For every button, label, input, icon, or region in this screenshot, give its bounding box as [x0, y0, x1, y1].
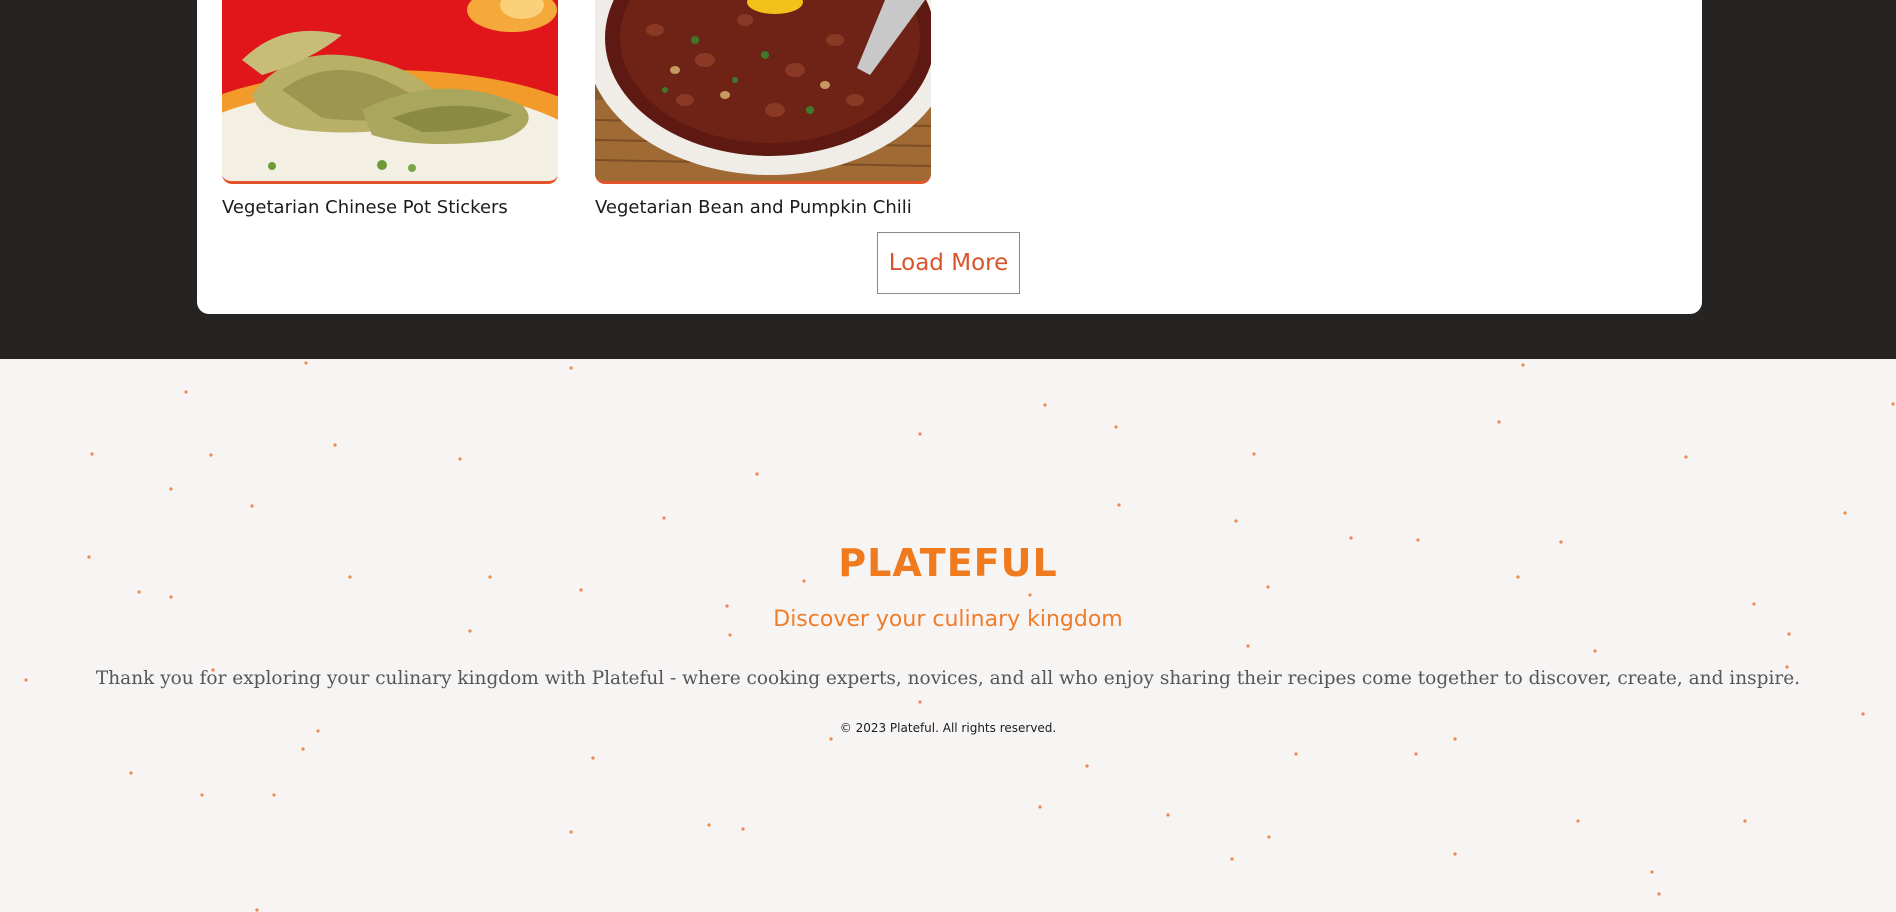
decorative-dots-background — [24, 361, 1895, 912]
footer-tagline: Discover your culinary kingdom — [773, 607, 1123, 632]
plateful-logo[interactable]: PLATEFUL — [0, 541, 1896, 585]
recipe-results-panel: Vegetarian Chinese Pot Stickers Vegetari… — [197, 0, 1702, 314]
page-dark-band: Vegetarian Chinese Pot Stickers Vegetari… — [0, 0, 1896, 359]
load-more-button[interactable]: Load More — [877, 232, 1020, 294]
copyright-notice: © 2023 Plateful. All rights reserved. — [839, 721, 1057, 735]
recipe-image[interactable] — [595, 0, 931, 184]
recipe-card[interactable]: Vegetarian Bean and Pumpkin Chili — [595, 0, 931, 218]
bean-chili-photo — [595, 0, 931, 181]
recipe-title[interactable]: Vegetarian Chinese Pot Stickers — [222, 197, 558, 218]
recipe-title[interactable]: Vegetarian Bean and Pumpkin Chili — [595, 197, 931, 218]
recipe-card[interactable]: Vegetarian Chinese Pot Stickers — [222, 0, 558, 218]
site-footer: PLATEFUL Discover your culinary kingdom … — [0, 359, 1896, 912]
footer-message: Thank you for exploring your culinary ki… — [95, 668, 1801, 689]
pot-stickers-photo — [222, 0, 558, 181]
recipe-image[interactable] — [222, 0, 558, 184]
